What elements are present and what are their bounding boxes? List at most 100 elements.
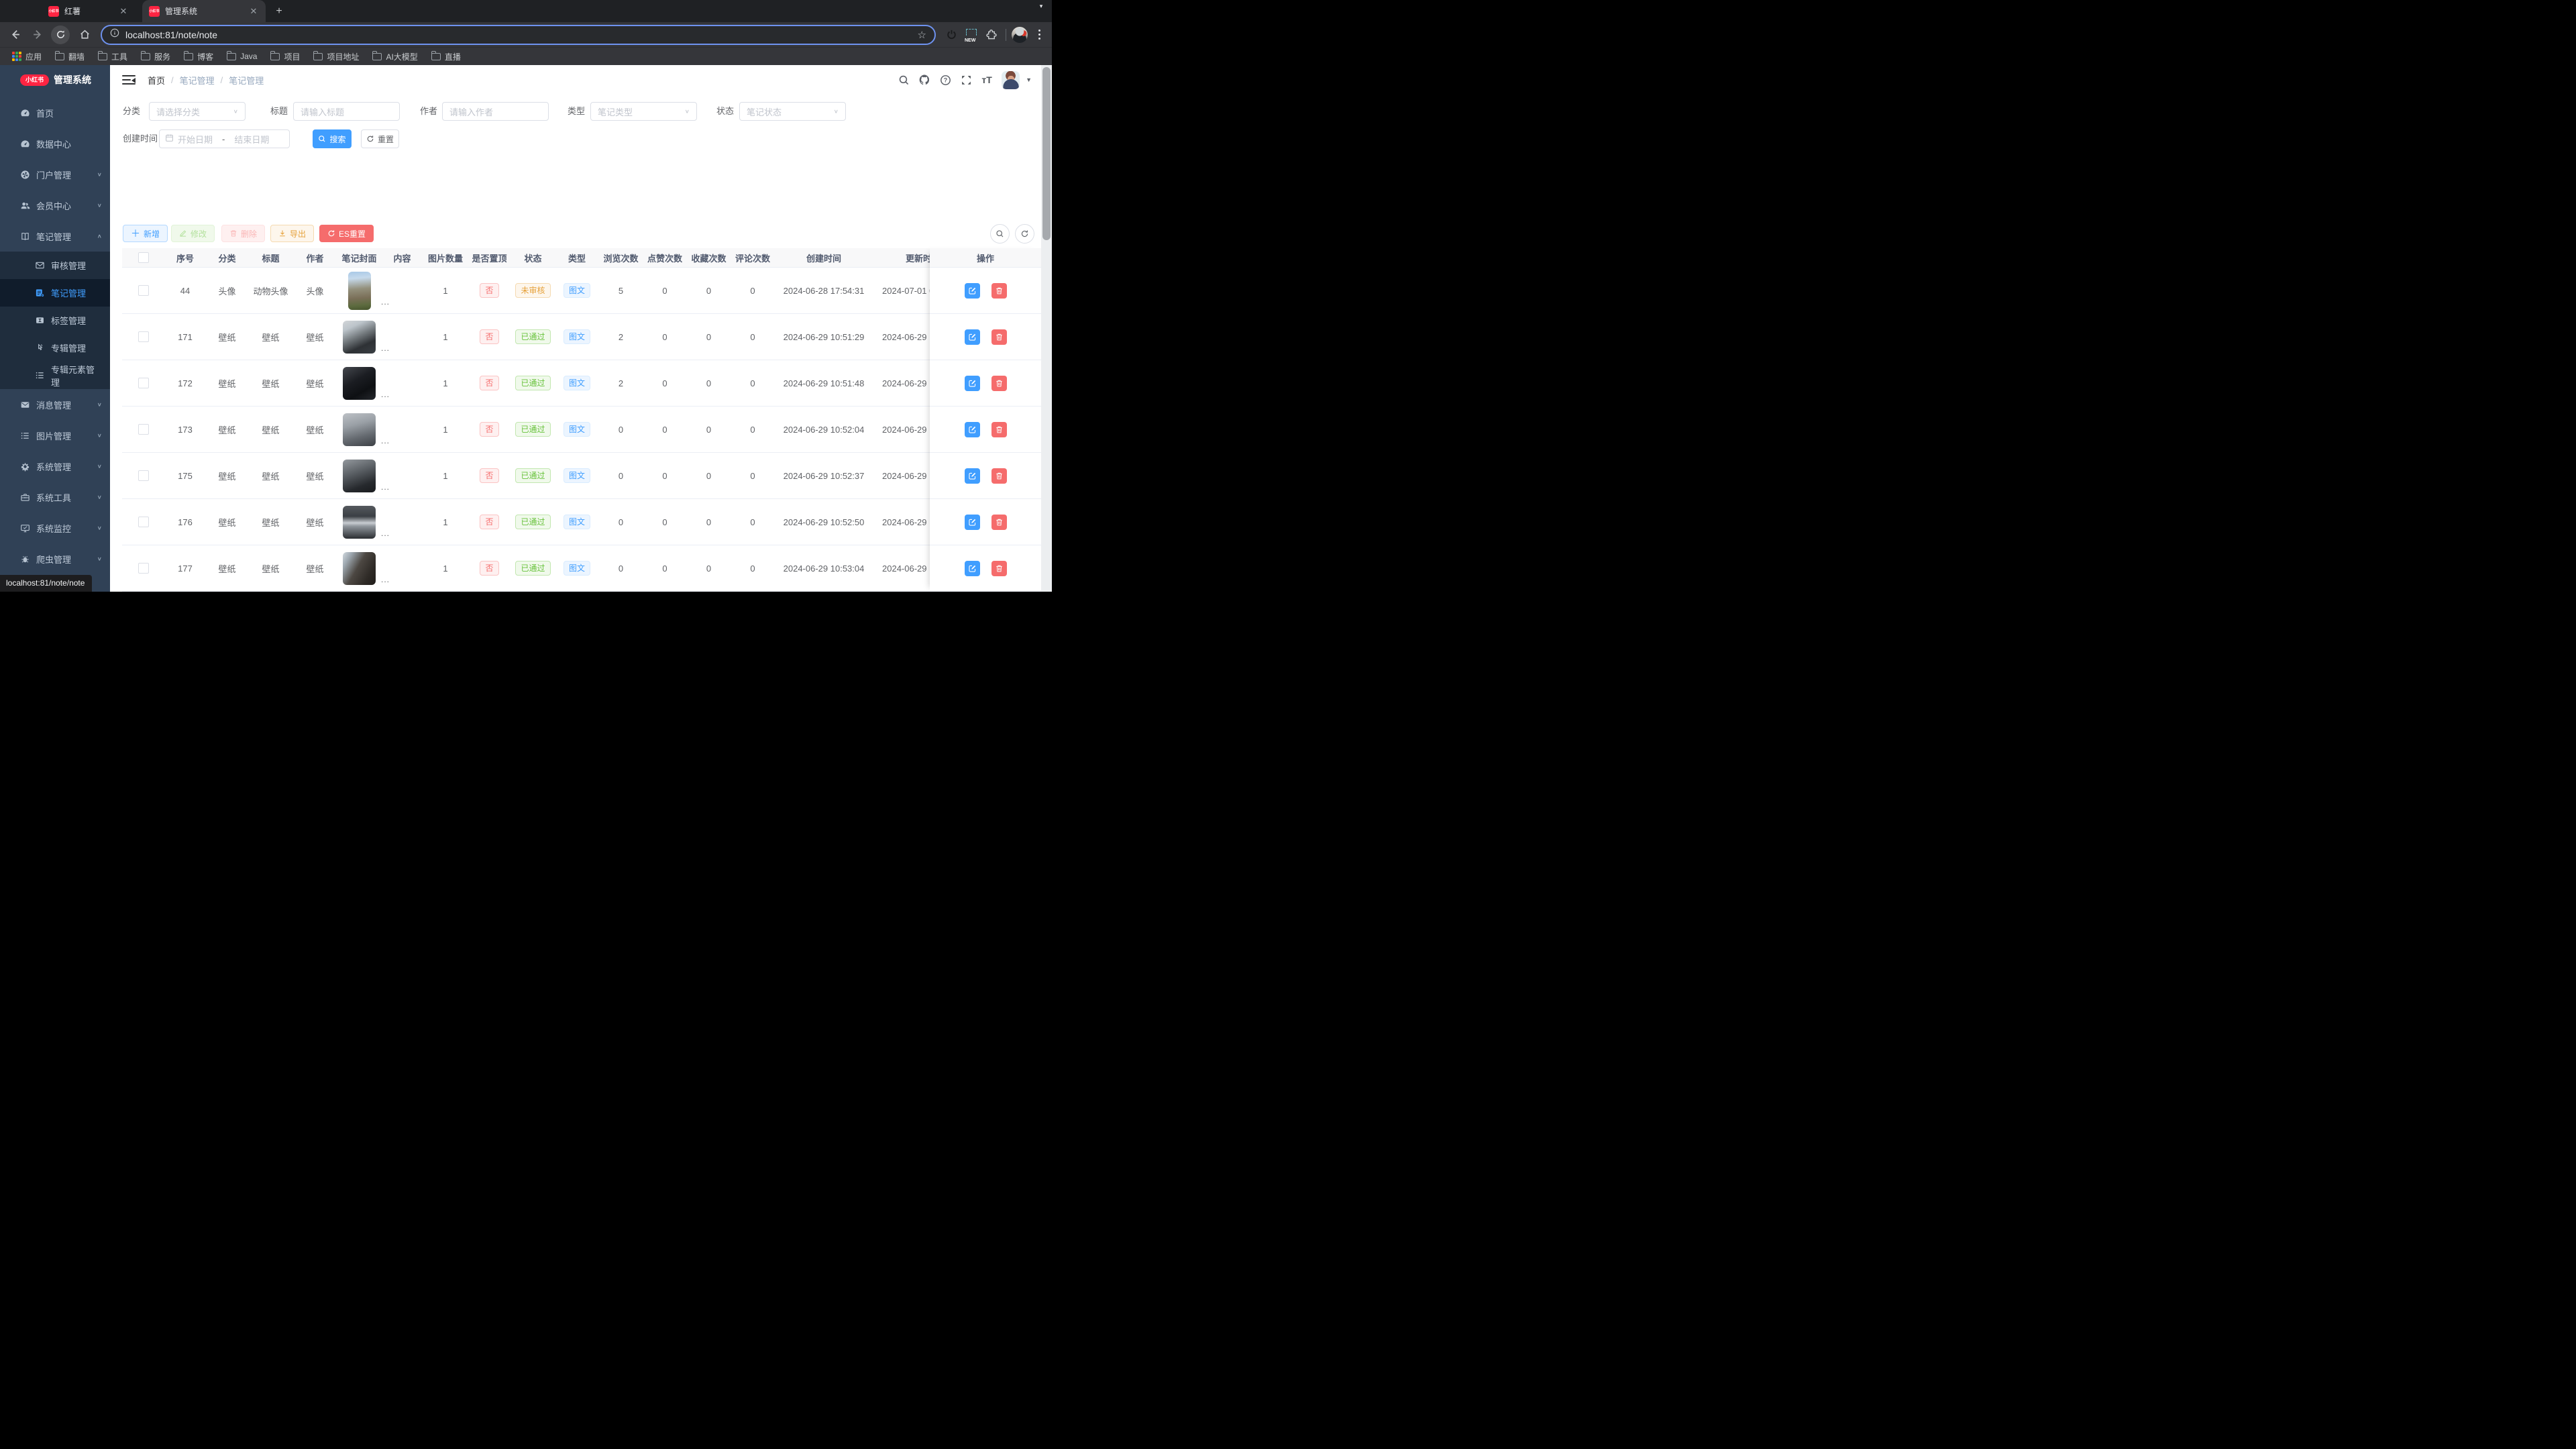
sidebar-item[interactable]: 消息管理 ∨: [0, 389, 110, 420]
bookmark-item[interactable]: 博客: [178, 49, 219, 64]
row-delete-button[interactable]: [991, 282, 1007, 299]
browser-profile-avatar[interactable]: [1012, 26, 1028, 43]
export-button[interactable]: 导出: [270, 225, 315, 242]
font-size-icon[interactable]: ᴛT: [981, 74, 993, 86]
note-cover-image[interactable]: [343, 366, 376, 400]
author-input[interactable]: 请输入作者: [442, 102, 549, 121]
row-edit-button[interactable]: [964, 329, 980, 345]
row-edit-button[interactable]: [964, 514, 980, 530]
note-cover-image[interactable]: [343, 459, 376, 492]
row-edit-button[interactable]: [964, 560, 980, 576]
user-caret-icon[interactable]: ▼: [1026, 76, 1032, 83]
sidebar-subitem[interactable]: 审核管理: [0, 252, 110, 279]
fullscreen-icon[interactable]: [960, 74, 972, 86]
add-button[interactable]: ＋新增: [123, 225, 168, 242]
type-select[interactable]: 笔记类型 ∨: [590, 102, 697, 121]
note-cover-image[interactable]: [343, 413, 376, 446]
row-delete-button[interactable]: [991, 329, 1007, 345]
select-all-checkbox[interactable]: [138, 252, 149, 263]
home-icon[interactable]: [76, 27, 93, 43]
note-cover-image[interactable]: [343, 320, 376, 354]
note-cover-image[interactable]: [343, 551, 376, 585]
breadcrumb-home[interactable]: 首页: [148, 74, 165, 87]
search-icon[interactable]: [898, 74, 910, 86]
user-avatar[interactable]: [1002, 70, 1020, 89]
tab-close-icon[interactable]: ✕: [118, 6, 129, 17]
es-reset-button[interactable]: ES重置: [319, 225, 374, 242]
bookmark-item[interactable]: 应用: [7, 49, 47, 64]
row-delete-button[interactable]: [991, 421, 1007, 437]
row-delete-button[interactable]: [991, 514, 1007, 530]
app-logo[interactable]: 小红书 管理系统: [0, 65, 110, 95]
bookmark-item[interactable]: 直播: [426, 49, 466, 64]
forward-icon[interactable]: [30, 27, 46, 43]
status-select[interactable]: 笔记状态 ∨: [739, 102, 846, 121]
sidebar-item[interactable]: 图片管理 ∨: [0, 420, 110, 451]
toggle-search-icon[interactable]: [990, 224, 1010, 244]
bookmark-item[interactable]: Java: [221, 50, 262, 63]
title-input[interactable]: 请输入标题: [293, 102, 400, 121]
row-edit-button[interactable]: [964, 421, 980, 437]
row-checkbox[interactable]: [138, 424, 149, 435]
bookmark-item[interactable]: AI大模型: [367, 49, 423, 64]
tab-close-icon[interactable]: ✕: [248, 6, 259, 17]
new-tab-button[interactable]: +: [272, 5, 286, 18]
site-info-icon[interactable]: [110, 28, 119, 41]
row-delete-button[interactable]: [991, 375, 1007, 391]
row-edit-button[interactable]: [964, 468, 980, 484]
sidebar-item[interactable]: 数据中心: [0, 128, 110, 159]
reset-button[interactable]: 重置: [361, 129, 399, 148]
refresh-table-icon[interactable]: [1015, 224, 1034, 244]
edit-button[interactable]: 修改: [171, 225, 215, 242]
browser-menu-icon[interactable]: [1033, 27, 1045, 43]
row-checkbox[interactable]: [138, 563, 149, 574]
sidebar-collapse-icon[interactable]: [122, 74, 136, 85]
row-checkbox[interactable]: [138, 285, 149, 296]
new-extension-icon[interactable]: NEW: [963, 26, 980, 44]
window-chevron-icon[interactable]: ▾: [1036, 1, 1046, 11]
bookmark-item[interactable]: 工具: [93, 49, 133, 64]
bookmark-item[interactable]: 服务: [136, 49, 176, 64]
row-checkbox[interactable]: [138, 517, 149, 527]
power-extension-icon[interactable]: [943, 26, 960, 44]
sidebar-item[interactable]: 爬虫管理 ∨: [0, 543, 110, 574]
sidebar-item[interactable]: 系统工具 ∨: [0, 482, 110, 513]
help-icon[interactable]: ?: [939, 74, 951, 86]
bookmark-star-icon[interactable]: ☆: [918, 29, 926, 41]
search-button[interactable]: 搜索: [313, 129, 352, 148]
bookmark-item[interactable]: 项目: [265, 49, 305, 64]
sidebar-subitem[interactable]: 标签管理: [0, 307, 110, 334]
address-bar[interactable]: localhost:81/note/note ☆: [101, 24, 936, 45]
sidebar-item[interactable]: 首页: [0, 97, 110, 128]
delete-button[interactable]: 删除: [221, 225, 266, 242]
category-select[interactable]: 请选择分类 ∨: [149, 102, 246, 121]
sidebar-subitem-active[interactable]: 笔记管理: [0, 279, 110, 307]
date-range-input[interactable]: 开始日期 - 结束日期: [159, 129, 290, 148]
row-delete-button[interactable]: [991, 560, 1007, 576]
scrollbar-thumb[interactable]: [1042, 67, 1051, 240]
sidebar-subitem[interactable]: 专辑管理: [0, 334, 110, 362]
sidebar-item[interactable]: 系统监控 ∨: [0, 513, 110, 543]
row-checkbox[interactable]: [138, 331, 149, 342]
row-edit-button[interactable]: [964, 282, 980, 299]
bookmark-item[interactable]: 翻墙: [50, 49, 90, 64]
note-cover-image[interactable]: [347, 271, 371, 310]
reload-icon[interactable]: [51, 25, 70, 44]
note-cover-image[interactable]: [343, 505, 376, 539]
browser-tab-2-active[interactable]: 小红书 管理系统 ✕: [142, 0, 266, 22]
extensions-puzzle-icon[interactable]: [983, 26, 1000, 44]
bookmark-item[interactable]: 项目地址: [308, 49, 364, 64]
sidebar-subitem[interactable]: 专辑元素管理: [0, 362, 110, 389]
row-edit-button[interactable]: [964, 375, 980, 391]
sidebar-item[interactable]: 笔记管理 ∧: [0, 221, 110, 252]
sidebar-item[interactable]: 门户管理 ∨: [0, 159, 110, 190]
sidebar-item[interactable]: 会员中心 ∨: [0, 190, 110, 221]
row-delete-button[interactable]: [991, 468, 1007, 484]
browser-tab-1[interactable]: 小红书 红薯 ✕: [42, 0, 136, 22]
github-icon[interactable]: [918, 74, 930, 86]
back-icon[interactable]: [7, 27, 23, 43]
sidebar-item[interactable]: 系统管理 ∨: [0, 451, 110, 482]
row-checkbox[interactable]: [138, 470, 149, 481]
row-checkbox[interactable]: [138, 378, 149, 388]
page-scrollbar[interactable]: [1041, 65, 1052, 592]
